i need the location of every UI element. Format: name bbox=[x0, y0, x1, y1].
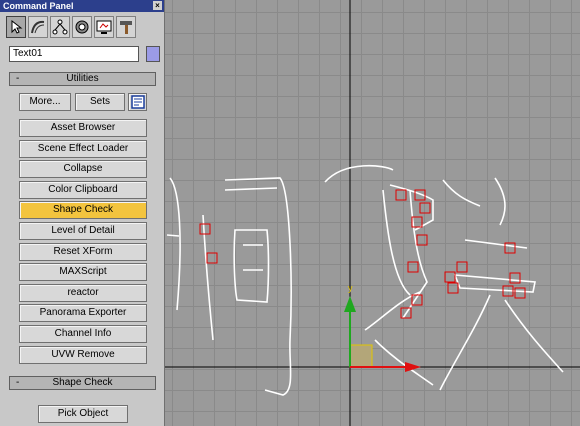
display-monitor-icon bbox=[96, 20, 112, 34]
display-tab[interactable] bbox=[94, 16, 114, 38]
utilities-hammer-icon bbox=[120, 21, 132, 34]
utilities-rollout-title: Utilities bbox=[66, 73, 99, 84]
utility-button-asset-browser[interactable]: Asset Browser bbox=[19, 119, 147, 137]
sets-button[interactable]: Sets bbox=[75, 93, 125, 111]
utility-button-scene-effect-loader[interactable]: Scene Effect Loader bbox=[19, 139, 147, 158]
configure-list-icon bbox=[130, 95, 145, 109]
object-name-field[interactable]: Text01 bbox=[9, 46, 139, 62]
create-tab[interactable] bbox=[6, 16, 26, 38]
utility-button-reset-xform[interactable]: Reset XForm bbox=[19, 242, 147, 261]
hierarchy-tab[interactable] bbox=[50, 16, 70, 38]
utility-button-uvw-remove[interactable]: UVW Remove bbox=[19, 345, 147, 364]
utility-button-collapse[interactable]: Collapse bbox=[19, 160, 147, 179]
modify-tab[interactable] bbox=[28, 16, 48, 38]
gizmo-y-label: y bbox=[348, 283, 353, 293]
command-panel-tabs bbox=[6, 16, 136, 38]
utility-button-color-clipboard[interactable]: Color Clipboard bbox=[19, 180, 147, 199]
hierarchy-icon bbox=[52, 19, 68, 35]
motion-icon bbox=[75, 20, 89, 34]
utility-button-level-of-detail[interactable]: Level of Detail bbox=[19, 222, 147, 240]
modify-curve-icon bbox=[31, 20, 45, 34]
more-button[interactable]: More... bbox=[19, 93, 71, 111]
utility-button-shape-check[interactable]: Shape Check bbox=[19, 201, 147, 220]
command-panel-title: Command Panel bbox=[3, 1, 74, 11]
gizmo-plane-handle[interactable] bbox=[349, 344, 373, 368]
utilities-tab[interactable] bbox=[116, 16, 136, 38]
command-panel: Command Panel × Text01 - Utilities More.… bbox=[0, 0, 165, 426]
viewport-canvas: y bbox=[165, 0, 580, 426]
shape-check-rollout-title: Shape Check bbox=[52, 377, 113, 388]
command-panel-titlebar: Command Panel × bbox=[0, 0, 164, 12]
configure-sets-button[interactable] bbox=[128, 93, 147, 111]
utility-button-maxscript[interactable]: MAXScript bbox=[19, 263, 147, 282]
object-color-swatch[interactable] bbox=[146, 46, 160, 62]
close-icon[interactable]: × bbox=[153, 1, 162, 10]
collapse-icon: - bbox=[16, 73, 20, 84]
transform-gizmo[interactable]: y bbox=[344, 283, 421, 372]
shape-check-intersection-markers bbox=[199, 189, 526, 319]
collapse-icon: - bbox=[16, 377, 20, 388]
pick-object-button[interactable]: Pick Object bbox=[38, 405, 128, 423]
shape-check-rollout-header[interactable]: - Shape Check bbox=[9, 376, 156, 390]
utilities-rollout-header[interactable]: - Utilities bbox=[9, 72, 156, 86]
viewport-top[interactable]: y bbox=[165, 0, 580, 426]
utility-button-panorama-exporter[interactable]: Panorama Exporter bbox=[19, 304, 147, 323]
utility-button-channel-info[interactable]: Channel Info bbox=[19, 325, 147, 343]
utility-button-reactor[interactable]: reactor bbox=[19, 283, 147, 302]
gizmo-y-arrowhead bbox=[344, 296, 356, 312]
create-arrow-icon bbox=[11, 20, 23, 34]
motion-tab[interactable] bbox=[72, 16, 92, 38]
